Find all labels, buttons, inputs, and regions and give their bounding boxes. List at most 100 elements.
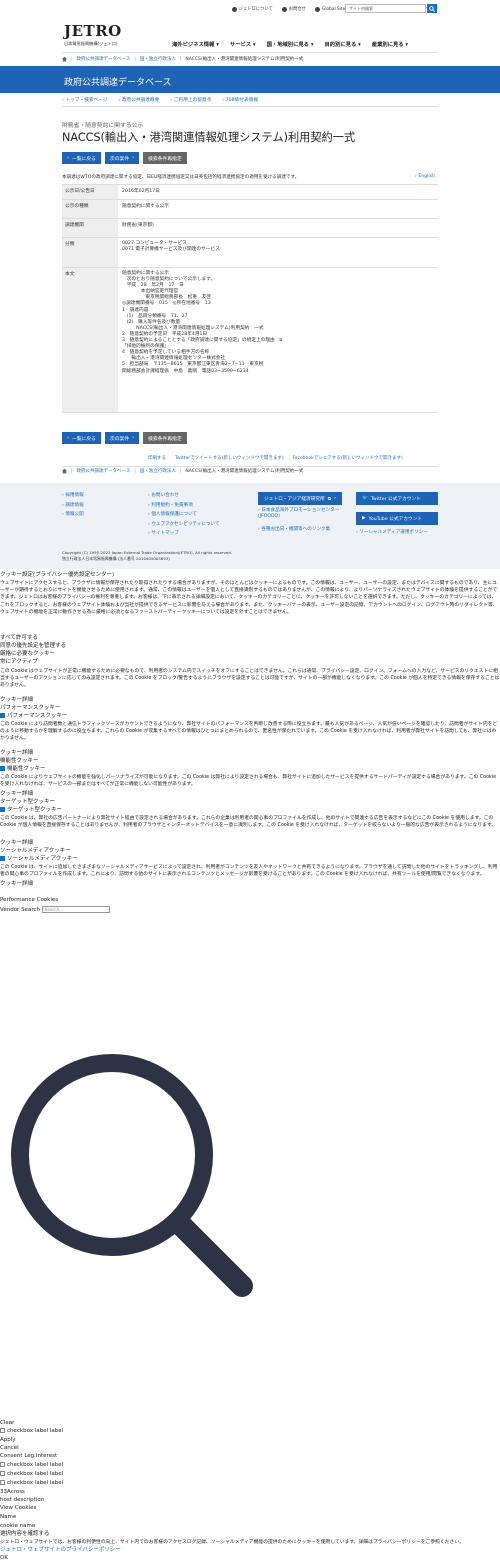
- perf-cookies-heading: Performance Cookies: [0, 897, 59, 903]
- perf-toggle[interactable]: パフォーマンスクッキー: [0, 713, 67, 720]
- func-desc: この Cookie によりウェブサイトの機能を強化しパーソナライズが可能になりま…: [0, 775, 497, 788]
- breadcrumb-agency[interactable]: 国・独立行政法人: [140, 56, 176, 62]
- research-button[interactable]: 検索条件再指定: [143, 432, 187, 444]
- filter-checkbox[interactable]: checkbox label label: [0, 1428, 63, 1435]
- footer-link[interactable]: › 個人情報保護について: [148, 510, 220, 520]
- row-value: 随意契約に関する公示: [122, 204, 169, 209]
- filter-checkbox[interactable]: checkbox label label: [0, 1471, 63, 1478]
- cookie-detail-link[interactable]: クッキー詳細: [0, 750, 33, 757]
- jfoodo-label: 日本食品海外プロモーションセンター(JFOODO): [258, 508, 340, 519]
- apply-button[interactable]: Apply: [0, 1437, 16, 1444]
- confirm-choices-button[interactable]: 選択内容を確認する: [0, 1531, 50, 1538]
- filter-checkbox[interactable]: checkbox label label: [0, 1462, 63, 1469]
- subnav-notes-label: ご利用上の留意点: [173, 98, 212, 103]
- divider: [62, 106, 438, 107]
- row-label: 調達機関: [62, 219, 118, 237]
- cookie-detail-link[interactable]: クッキー詳細: [0, 881, 33, 888]
- footer-link[interactable]: › サイトマップ: [148, 529, 220, 539]
- cookie-detail-link[interactable]: クッキー詳細: [0, 791, 33, 798]
- english-link[interactable]: › English: [415, 174, 435, 179]
- nav-overseas-business[interactable]: 海外ビジネス情報 ▾: [172, 40, 219, 48]
- row-value: 0027 コンピュータ・サービス 0071 電子計算機サービス及び関連のサービス: [122, 241, 220, 253]
- print-link[interactable]: 印刷する: [148, 455, 166, 461]
- logo-subtitle: 日本貿易振興機構(ジェトロ): [64, 41, 118, 46]
- perf-toggle-label: パフォーマンスクッキー: [7, 713, 68, 719]
- subnav-overview[interactable]: › 政府公共調達概要: [118, 97, 159, 103]
- related-links[interactable]: › 各種お出向・機関等へのリンク集: [258, 525, 330, 535]
- home-icon[interactable]: [62, 468, 67, 474]
- back-to-list-button[interactable]: ‹ 一覧に戻る: [62, 152, 101, 164]
- nav-by-region[interactable]: 国・地域別に見る ▾: [267, 40, 314, 48]
- cookie-footer-text: ジェトロ・ウェブサイトでは、お客様の利便性の向上、サイト内でのお客様のアクセスロ…: [0, 1540, 464, 1545]
- facebook-share-link[interactable]: Facebookでシェアする(新しいウィンドウで開きます): [293, 455, 403, 461]
- jfoodo-link[interactable]: › 日本食品海外プロモーションセンター(JFOODO): [258, 508, 348, 520]
- host-description: host description: [0, 1497, 45, 1503]
- func-toggle[interactable]: 機能性クッキー: [0, 766, 46, 773]
- checkbox-label: checkbox label label: [7, 1462, 64, 1468]
- cookie-detail-link[interactable]: クッキー詳細: [0, 840, 33, 847]
- subnav-notes[interactable]: › ご利用上の留意点: [170, 97, 211, 103]
- next-item-button[interactable]: 次の案件 ›: [104, 152, 140, 164]
- contact-link[interactable]: お問合せ: [281, 6, 306, 12]
- footer-link[interactable]: › 利用規約・免責事項: [148, 501, 220, 511]
- always-active-label: 常にアクティブ: [0, 659, 38, 665]
- subnav-threshold[interactable]: › 708締付表情報: [222, 97, 258, 103]
- footer-col-1: › 採用情報 › 調達情報 › 情報公開: [62, 491, 84, 520]
- ide-footer-label: ジェトロ・アジア経済研究所: [264, 496, 325, 502]
- research-button[interactable]: 検索条件再指定: [143, 152, 187, 164]
- nav-by-purpose[interactable]: 目的別に見る ▾: [324, 40, 360, 48]
- global-site-link[interactable]: Global Site: [314, 6, 345, 12]
- back-to-list-button[interactable]: ‹ 一覧に戻る: [62, 432, 101, 444]
- next-item-button[interactable]: 次の案件 ›: [104, 432, 140, 444]
- social-toggle[interactable]: ソーシャルメディアクッキー: [0, 856, 78, 863]
- row-label: 公示日/公告日: [62, 185, 118, 199]
- view-cookies-link[interactable]: View Cookies: [0, 1505, 36, 1512]
- bottom-buttons: ‹ 一覧に戻る 次の案件 › 検索条件再指定: [62, 432, 187, 444]
- social-policy-link[interactable]: › ソーシャルメディア運用ポリシー: [356, 528, 428, 538]
- name-heading: Name: [0, 1514, 17, 1520]
- filter-checkbox[interactable]: checkbox label label: [0, 1480, 63, 1487]
- research-label: 検索条件再指定: [148, 156, 182, 162]
- footer-link[interactable]: › 調達情報: [62, 501, 84, 511]
- twitter-share-link[interactable]: Twitterでツイートする(新しいウィンドウで開きます): [175, 455, 284, 461]
- table-row: 調達機関 財務省(東京都): [62, 219, 438, 238]
- cancel-button[interactable]: Cancel: [0, 1445, 19, 1452]
- breadcrumb-agency[interactable]: 国・独立行政法人: [140, 468, 176, 474]
- allow-all-button[interactable]: すべて許可する: [0, 635, 38, 642]
- youtube-account-button[interactable]: ▶ YouTube 公式アカウント: [356, 512, 438, 525]
- site-search-input[interactable]: サイト内検索: [345, 4, 426, 13]
- page: ジェトロについて お問合せ Global Site アジア経済研究所⧉ マイペー…: [0, 0, 500, 1564]
- jetro-logo[interactable]: JETRO 日本貿易振興機構(ジェトロ): [64, 22, 122, 47]
- clear-button[interactable]: Clear: [0, 1420, 14, 1427]
- row-label: 本文: [62, 268, 118, 412]
- footer-link[interactable]: › 採用情報: [62, 491, 84, 501]
- target-toggle[interactable]: ターゲット型クッキー: [0, 807, 62, 814]
- research-label: 検索条件再指定: [148, 436, 182, 442]
- footer-link[interactable]: › 情報公開: [62, 510, 84, 520]
- checkbox-label: checkbox label label: [7, 1428, 64, 1434]
- consent-leg-heading: Consent Leg.Interest: [0, 1453, 58, 1459]
- ok-button[interactable]: OK: [0, 1555, 8, 1562]
- ide-footer-button[interactable]: ジェトロ・アジア経済研究所 ⧉ ›: [258, 492, 342, 505]
- page-title: NACCS(輸出入・港湾関連情報処理システム)利用契約一式: [62, 131, 356, 144]
- home-icon[interactable]: [62, 56, 67, 62]
- footer-link[interactable]: › お問い合わせ: [148, 491, 220, 501]
- subnav-top[interactable]: › トップ・検索ページ: [62, 97, 107, 103]
- checkbox-label: checkbox label label: [7, 1471, 64, 1477]
- breadcrumb-db[interactable]: 政府公共調達データベース: [77, 56, 131, 62]
- cookie-title: クッキー設定(プライバシー優先設定センター): [0, 572, 115, 578]
- youtube-icon: ▶: [362, 516, 366, 521]
- related-links-label: 各種お出向・機関等へのリンク集: [261, 527, 331, 532]
- twitter-account-button[interactable]: 🐦 Twitter 公式アカウント: [356, 492, 438, 505]
- top-buttons: ‹ 一覧に戻る 次の案件 › 検索条件再指定: [62, 152, 187, 164]
- cookie-detail-link[interactable]: クッキー詳細: [0, 697, 33, 704]
- vendor-search-input[interactable]: Search...: [41, 906, 110, 913]
- breadcrumb-db[interactable]: 政府公共調達データベース: [77, 468, 131, 474]
- about-link[interactable]: ジェトロについて: [231, 6, 273, 12]
- manage-heading: 同意の優先設定を管理する: [0, 643, 67, 649]
- footer-link[interactable]: › ウェブアクセシビリティについて: [148, 520, 220, 530]
- nav-by-industry[interactable]: 産業別に見る ▾: [372, 40, 408, 48]
- privacy-policy-link[interactable]: ジェトロ・ウェブサイトのプライバシーポリシー: [0, 1547, 121, 1554]
- search-button[interactable]: [427, 4, 437, 13]
- nav-services[interactable]: サービス ▾: [230, 40, 256, 48]
